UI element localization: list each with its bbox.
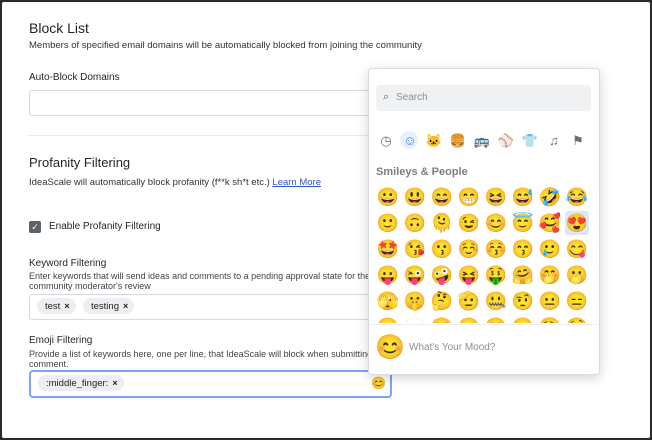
keyword-tag-label: testing: [91, 301, 119, 312]
keyword-tag-label: test: [45, 301, 61, 312]
emoji-section-title: Smileys & People: [376, 166, 468, 178]
emoji-desc-line2: comment.: [29, 359, 69, 369]
emoji-filtering-label: Emoji Filtering: [29, 335, 93, 346]
emoji-category-bar: ◷ ☺ 🐱 🍔 🚌 ⚾ 👕 ♫ ⚑: [377, 131, 592, 150]
emoji-option[interactable]: 😗: [430, 237, 454, 261]
emoji-option[interactable]: 😋: [565, 237, 589, 261]
emoji-option[interactable]: 😇: [511, 211, 535, 235]
block-list-description: Members of specified email domains will …: [29, 40, 422, 51]
emoji-option[interactable]: 😅: [511, 185, 535, 209]
emoji-filtering-description: Provide a list of keywords here, one per…: [29, 349, 392, 369]
keyword-desc-line2: community moderator's review: [29, 281, 151, 291]
emoji-option[interactable]: 🙄: [484, 315, 508, 323]
emoji-option[interactable]: 🤗: [511, 263, 535, 287]
emoji-option[interactable]: 😏: [430, 315, 454, 323]
emoji-option[interactable]: 😄: [430, 185, 454, 209]
emoji-option[interactable]: 🥰: [538, 211, 562, 235]
emoji-option[interactable]: 😀: [376, 185, 400, 209]
emoji-option[interactable]: ☺️: [457, 237, 481, 261]
emoji-grid: 😀 😃 😄 😁 😆 😅 🤣 😂 🙂 🙃 🫠 😉 😊 😇 🥰 😍 🤩 😘 😗 ☺️ 😚 😙 🥲 😋 😛 😜 🤪 😝 🤑 🤗 🤭 🫢 🫣 🤫 🤔 🫡 🤐 🤨 😐…: [374, 185, 594, 323]
emoji-option[interactable]: 😐: [538, 289, 562, 313]
auto-block-label: Auto-Block Domains: [29, 72, 120, 83]
emoji-search-placeholder: Search: [396, 92, 428, 103]
emoji-tag: :middle_finger: ×: [38, 375, 124, 391]
emoji-option[interactable]: 😍: [565, 211, 589, 235]
emoji-option[interactable]: 😊: [484, 211, 508, 235]
emoji-option[interactable]: 😒: [457, 315, 481, 323]
emoji-option[interactable]: 🙃: [403, 211, 427, 235]
emoji-option[interactable]: 🫡: [457, 289, 481, 313]
emoji-option[interactable]: 🫠: [430, 211, 454, 235]
keyword-filtering-input[interactable]: [29, 294, 376, 320]
emoji-option[interactable]: 😘: [403, 237, 427, 261]
emoji-search-input[interactable]: ⌕ Search: [376, 85, 591, 111]
emoji-option[interactable]: 😜: [403, 263, 427, 287]
flags-category-icon[interactable]: ⚑: [569, 132, 587, 150]
emoji-option[interactable]: 🫢: [565, 263, 589, 287]
emoji-filtering-input[interactable]: :middle_finger: × 😊: [30, 371, 391, 397]
smileys-category-icon[interactable]: ☺: [400, 131, 419, 150]
emoji-option[interactable]: 😁: [457, 185, 481, 209]
emoji-option[interactable]: 🙂: [376, 211, 400, 235]
remove-tag-icon[interactable]: ×: [112, 378, 117, 388]
profanity-description-text: IdeaScale will automatically block profa…: [29, 177, 270, 188]
emoji-option[interactable]: 🫥: [403, 315, 427, 323]
symbols-category-icon[interactable]: ♫: [545, 132, 563, 150]
emoji-option[interactable]: 🤑: [484, 263, 508, 287]
learn-more-link[interactable]: Learn More: [272, 177, 321, 188]
emoji-option[interactable]: 😶: [376, 315, 400, 323]
emoji-option[interactable]: 😂: [565, 185, 589, 209]
keyword-filtering-description: Enter keywords that will send ideas and …: [29, 271, 370, 291]
keyword-tag: test ×: [37, 298, 76, 314]
food-category-icon[interactable]: 🍔: [449, 132, 467, 150]
emoji-picker-footer: 😊 What's Your Mood?: [369, 324, 599, 374]
emoji-option[interactable]: 🤐: [484, 289, 508, 313]
emoji-option[interactable]: 🤪: [430, 263, 454, 287]
keyword-desc-line1: Enter keywords that will send ideas and …: [29, 271, 371, 281]
emoji-desc-line1: Provide a list of keywords here, one per…: [29, 349, 392, 359]
emoji-picker-toggle-icon[interactable]: 😊: [371, 376, 386, 390]
emoji-picker: ⌕ Search ◷ ☺ 🐱 🍔 🚌 ⚾ 👕 ♫ ⚑ Smileys & Peo…: [368, 68, 600, 375]
enable-profanity-checkbox[interactable]: ✓: [29, 221, 41, 233]
emoji-option[interactable]: 🤫: [403, 289, 427, 313]
remove-tag-icon[interactable]: ×: [64, 301, 69, 311]
emoji-option[interactable]: 😚: [484, 237, 508, 261]
emoji-tag-label: :middle_finger:: [46, 378, 109, 389]
settings-page: Block List Members of specified email do…: [2, 2, 650, 438]
profanity-description: IdeaScale will automatically block profa…: [29, 177, 321, 188]
block-list-title: Block List: [29, 20, 89, 36]
emoji-option[interactable]: 🫣: [376, 289, 400, 313]
emoji-option[interactable]: 🥲: [538, 237, 562, 261]
emoji-option[interactable]: 🤨: [511, 289, 535, 313]
auto-block-domains-input[interactable]: [29, 90, 376, 116]
travel-category-icon[interactable]: 🚌: [473, 132, 491, 150]
emoji-option[interactable]: 😉: [457, 211, 481, 235]
emoji-option[interactable]: 😬: [511, 315, 535, 323]
mood-placeholder: What's Your Mood?: [409, 342, 496, 353]
remove-tag-icon[interactable]: ×: [123, 301, 128, 311]
emoji-option[interactable]: 😃: [403, 185, 427, 209]
enable-profanity-label[interactable]: Enable Profanity Filtering: [49, 221, 161, 232]
emoji-option[interactable]: 🤥: [565, 315, 589, 323]
recent-category-icon[interactable]: ◷: [377, 132, 395, 150]
animals-category-icon[interactable]: 🐱: [425, 132, 443, 150]
emoji-option[interactable]: 😮‍💨: [538, 315, 562, 323]
emoji-option[interactable]: 😛: [376, 263, 400, 287]
emoji-option[interactable]: 🤔: [430, 289, 454, 313]
search-icon: ⌕: [383, 91, 390, 103]
emoji-option[interactable]: 🤩: [376, 237, 400, 261]
objects-category-icon[interactable]: 👕: [521, 132, 539, 150]
activities-category-icon[interactable]: ⚾: [497, 132, 515, 150]
emoji-option[interactable]: 🤣: [538, 185, 562, 209]
mood-preview-icon: 😊: [375, 334, 405, 361]
section-divider: [29, 135, 374, 136]
emoji-option[interactable]: 😙: [511, 237, 535, 261]
emoji-option[interactable]: 🤭: [538, 263, 562, 287]
emoji-option[interactable]: 😝: [457, 263, 481, 287]
keyword-filtering-label: Keyword Filtering: [29, 258, 107, 269]
keyword-tag: testing ×: [83, 298, 135, 314]
emoji-option[interactable]: 😆: [484, 185, 508, 209]
emoji-option[interactable]: 😑: [565, 289, 589, 313]
profanity-title: Profanity Filtering: [29, 155, 131, 170]
